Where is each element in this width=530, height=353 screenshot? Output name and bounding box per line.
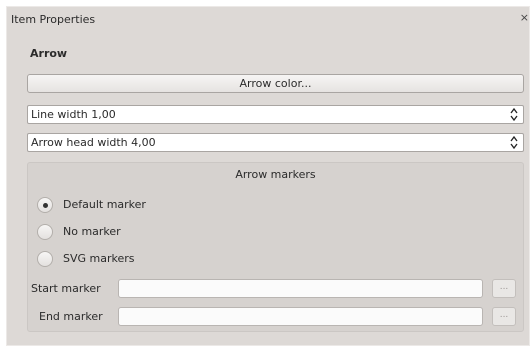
end-marker-label: End marker	[39, 310, 103, 323]
section-title: Arrow	[30, 47, 68, 60]
radio-label: SVG markers	[63, 252, 135, 265]
group-title: Arrow markers	[235, 168, 316, 181]
spin-arrows-icon[interactable]	[510, 106, 518, 123]
radio-button[interactable]	[37, 251, 53, 267]
radio-label: Default marker	[63, 198, 146, 211]
radio-selected-dot	[43, 203, 48, 208]
arrow-head-width-spinbox[interactable]: Arrow head width 4,00	[27, 133, 524, 152]
arrow-head-width-value: Arrow head width 4,00	[31, 136, 156, 149]
radio-label: No marker	[63, 225, 121, 238]
start-marker-field[interactable]	[118, 279, 483, 298]
title-bar: Item Properties ×	[7, 7, 530, 33]
item-properties-panel: Item Properties × Arrow Arrow color... L…	[6, 6, 530, 346]
radio-button[interactable]	[37, 197, 53, 213]
line-width-value: Line width 1,00	[31, 108, 116, 121]
start-marker-browse-button[interactable]: ...	[492, 279, 516, 298]
end-marker-field[interactable]	[118, 307, 483, 326]
arrow-color-button[interactable]: Arrow color...	[27, 74, 524, 93]
close-icon[interactable]: ×	[520, 11, 529, 24]
radio-button[interactable]	[37, 224, 53, 240]
end-marker-browse-button[interactable]: ...	[492, 307, 516, 326]
line-width-spinbox[interactable]: Line width 1,00	[27, 105, 524, 124]
spin-arrows-icon[interactable]	[510, 134, 518, 151]
arrow-markers-group: Arrow markers Default marker No marker S…	[27, 162, 524, 332]
start-marker-label: Start marker	[31, 282, 101, 295]
window-title: Item Properties	[11, 13, 96, 26]
